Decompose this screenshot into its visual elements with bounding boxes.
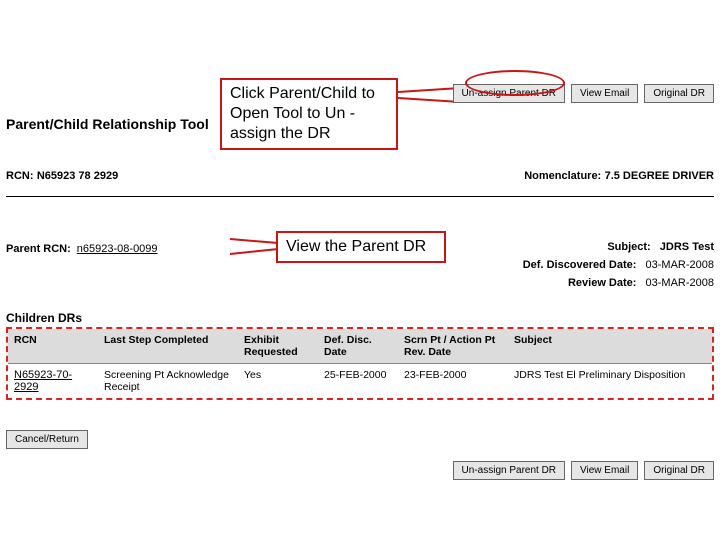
callout-arrow-icon <box>224 236 278 258</box>
col-last-step: Last Step Completed <box>98 329 238 364</box>
cell-subject: JDRS Test El Preliminary Disposition <box>508 364 712 399</box>
children-drs-heading: Children DRs <box>6 311 714 325</box>
divider <box>6 196 714 197</box>
original-dr-button[interactable]: Original DR <box>644 84 714 103</box>
col-scrn: Scrn Pt / Action Pt Rev. Date <box>398 329 508 364</box>
col-subject: Subject <box>508 329 712 364</box>
col-exhibit: Exhibit Requested <box>238 329 318 364</box>
rcn-field: RCN: N65923 78 2929 <box>6 168 118 182</box>
cancel-return-button[interactable]: Cancel/Return <box>6 430 88 449</box>
callout-unassign-text: Click Parent/Child to Open Tool to Un -a… <box>220 78 398 150</box>
parent-rcn-field: Parent RCN: n65923-08-0099 <box>6 243 158 255</box>
nomenclature-value: 7.5 DEGREE DRIVER <box>605 170 714 182</box>
nomenclature-label: Nomenclature: <box>524 170 601 182</box>
parent-rcn-link[interactable]: n65923-08-0099 <box>77 243 158 255</box>
subject-field: Subject: JDRS Test <box>523 241 714 253</box>
def-discovered-date-value: 03-MAR-2008 <box>646 259 714 271</box>
unassign-parent-dr-button[interactable]: Un-assign Parent DR <box>453 84 565 103</box>
def-discovered-date-label: Def. Discovered Date: <box>523 259 637 271</box>
view-email-button-bottom[interactable]: View Email <box>571 461 638 480</box>
parent-rcn-label: Parent RCN: <box>6 243 71 255</box>
review-date-value: 03-MAR-2008 <box>646 277 714 289</box>
nomenclature-field: Nomenclature: 7.5 DEGREE DRIVER <box>524 168 714 182</box>
rcn-value: N65923 78 2929 <box>37 170 118 182</box>
subject-label: Subject: <box>607 241 650 253</box>
rcn-label: RCN: <box>6 170 34 182</box>
subject-value: JDRS Test <box>660 241 714 253</box>
col-def-disc: Def. Disc. Date <box>318 329 398 364</box>
cell-exhibit: Yes <box>238 364 318 399</box>
review-date-field: Review Date: 03-MAR-2008 <box>523 277 714 289</box>
callout-view-parent-text: View the Parent DR <box>276 231 446 263</box>
unassign-parent-dr-button-bottom[interactable]: Un-assign Parent DR <box>453 461 565 480</box>
child-rcn-link[interactable]: N65923-70-2929 <box>14 369 72 393</box>
table-row: N65923-70-2929 Screening Pt Acknowledge … <box>8 364 712 399</box>
view-email-button[interactable]: View Email <box>571 84 638 103</box>
col-rcn: RCN <box>8 329 98 364</box>
original-dr-button-bottom[interactable]: Original DR <box>644 461 714 480</box>
cell-last-step: Screening Pt Acknowledge Receipt <box>98 364 238 399</box>
cell-scrn: 23-FEB-2000 <box>398 364 508 399</box>
callout-view-parent: View the Parent DR <box>224 231 446 263</box>
children-drs-table-wrap: RCN Last Step Completed Exhibit Requeste… <box>6 327 714 400</box>
children-drs-table: RCN Last Step Completed Exhibit Requeste… <box>8 329 712 398</box>
review-date-label: Review Date: <box>568 277 636 289</box>
page-title: Parent/Child Relationship Tool <box>6 116 209 132</box>
cell-def-disc: 25-FEB-2000 <box>318 364 398 399</box>
callout-unassign: Click Parent/Child to Open Tool to Un -a… <box>220 78 470 142</box>
def-discovered-date-field: Def. Discovered Date: 03-MAR-2008 <box>523 259 714 271</box>
